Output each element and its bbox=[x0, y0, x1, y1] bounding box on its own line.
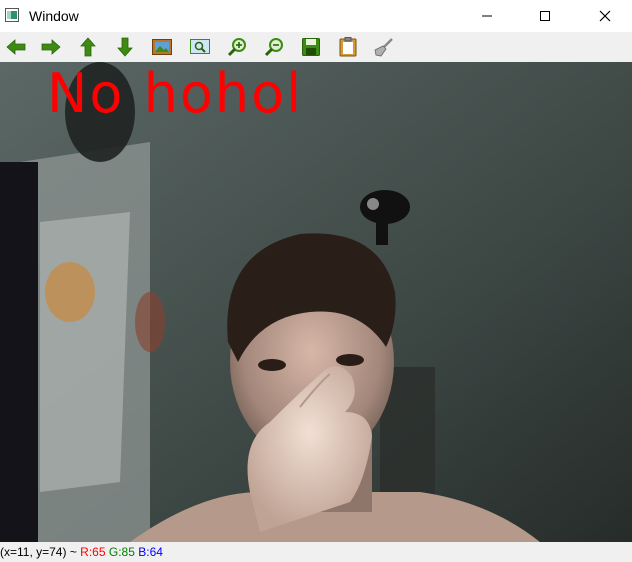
pan-left-button[interactable] bbox=[4, 36, 28, 58]
zoom-out-button[interactable] bbox=[262, 36, 286, 58]
camera-frame-image bbox=[0, 62, 632, 542]
save-button[interactable] bbox=[299, 36, 323, 58]
minimize-button[interactable] bbox=[464, 0, 510, 32]
arrow-down-icon bbox=[117, 37, 133, 57]
zoom-original-button[interactable] bbox=[150, 36, 174, 58]
overlay-caption: No hohol bbox=[47, 62, 304, 125]
pan-up-button[interactable] bbox=[76, 36, 100, 58]
status-blue-value: B:64 bbox=[138, 545, 163, 559]
zoom-in-icon bbox=[227, 38, 246, 57]
save-icon bbox=[302, 38, 320, 56]
image-viewport[interactable]: No hohol bbox=[0, 62, 632, 542]
maximize-icon bbox=[540, 11, 550, 21]
clear-button[interactable] bbox=[372, 36, 396, 58]
toolbar bbox=[0, 32, 632, 62]
status-green-value: G:85 bbox=[108, 545, 135, 559]
title-bar: Window bbox=[0, 0, 632, 32]
close-button[interactable] bbox=[582, 0, 628, 32]
properties-button[interactable] bbox=[336, 36, 360, 58]
minimize-icon bbox=[482, 15, 492, 17]
zoom-out-icon bbox=[264, 38, 283, 57]
status-red-value: R:65 bbox=[80, 545, 106, 559]
image-icon bbox=[152, 39, 172, 55]
status-coordinates: (x=11, y=74) ~ bbox=[0, 545, 77, 559]
zoom-fit-button[interactable] bbox=[188, 36, 212, 58]
zoom-window-icon bbox=[190, 39, 210, 54]
zoom-in-button[interactable] bbox=[225, 36, 249, 58]
close-icon bbox=[599, 10, 611, 22]
window-title: Window bbox=[29, 8, 79, 24]
brush-icon bbox=[374, 38, 393, 57]
pan-right-button[interactable] bbox=[39, 36, 63, 58]
arrow-left-icon bbox=[6, 39, 26, 55]
window-app-icon bbox=[5, 8, 19, 22]
clipboard-icon bbox=[339, 37, 357, 57]
pan-down-button[interactable] bbox=[113, 36, 137, 58]
arrow-right-icon bbox=[41, 39, 61, 55]
status-bar: (x=11, y=74) ~ R:65 G:85 B:64 bbox=[0, 542, 632, 562]
arrow-up-icon bbox=[80, 37, 96, 57]
maximize-button[interactable] bbox=[522, 0, 568, 32]
